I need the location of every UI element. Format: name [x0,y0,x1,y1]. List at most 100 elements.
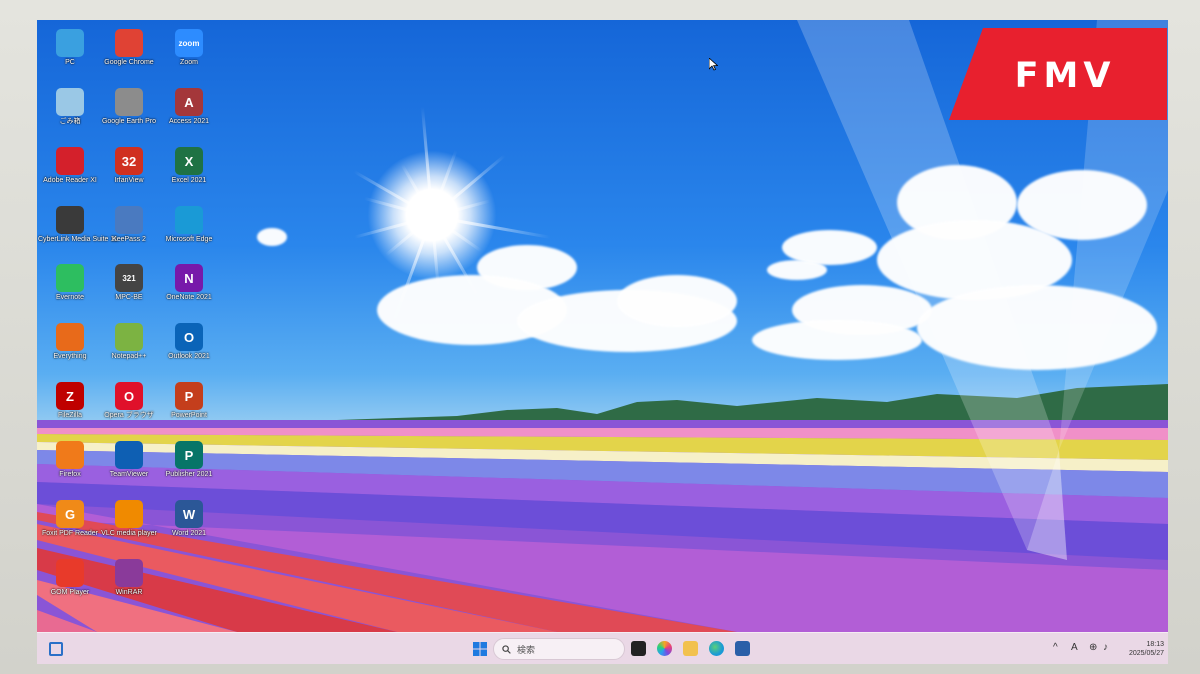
desktop-shortcut[interactable]: P Publisher 2021 [157,438,221,492]
desktop-shortcut[interactable]: X Excel 2021 [157,144,221,198]
excel-icon: X [175,147,203,175]
everything-icon [56,323,84,351]
desktop-shortcut-label: WinRAR [115,589,143,596]
taskbar: 検索 ^ A ⊕ ♪ 18:13 2025/05/27 [37,632,1168,664]
onenote-icon: N [175,264,203,292]
desktop-shortcut[interactable]: P PowerPoint [157,379,221,433]
widgets-icon[interactable] [49,642,63,656]
adobe-reader-icon [56,147,84,175]
desktop-shortcut[interactable]: VLC media player [97,497,161,551]
desktop-shortcut[interactable]: W Word 2021 [157,497,221,551]
evernote-icon [56,264,84,292]
desktop-shortcut-label: Everything [53,353,87,360]
notepadpp-icon [115,323,143,351]
desktop-shortcut-label: Firefox [59,471,81,478]
outlook-icon: O [175,323,203,351]
opera-icon: O [115,382,143,410]
publisher-icon: P [175,441,203,469]
desktop-shortcut[interactable]: Z FileZilla [38,379,102,433]
desktop-shortcut[interactable]: Everything [38,320,102,374]
desktop-shortcut-label: Evernote [55,294,85,301]
desktop-shortcut[interactable]: Notepad++ [97,320,161,374]
desktop-shortcut-label: FileZilla [57,412,83,419]
desktop-shortcut[interactable]: KeePass 2 [97,203,161,257]
volume-icon[interactable]: ♪ [1103,642,1108,653]
desktop-shortcut-label: GOM Player [50,589,90,596]
firefox-icon [56,441,84,469]
desktop-shortcut-label: CyberLink Media Suite 11 [38,236,118,243]
vlc-icon [115,500,143,528]
cyberlink-icon [56,206,84,234]
desktop-shortcut-label: Adobe Reader XI [43,177,97,184]
desktop-shortcut[interactable]: CyberLink Media Suite 11 [38,203,118,257]
desktop-shortcut[interactable]: WinRAR [97,556,161,610]
store-icon[interactable] [735,641,750,656]
desktop-shortcut-label: Outlook 2021 [168,353,210,360]
search-placeholder: 検索 [517,644,536,655]
desktop-shortcut[interactable]: zoom Zoom [157,26,221,80]
desktop-shortcut[interactable]: Evernote [38,261,102,315]
monitor-icon [56,29,84,57]
chevron-up-icon[interactable]: ^ [1053,642,1058,653]
desktop-shortcut[interactable]: 32 IrfanView [97,144,161,198]
desktop-shortcut-label: Opera ブラウザ [104,412,154,419]
edge-taskbar-icon[interactable] [709,641,724,656]
desktop-shortcut-label: KeePass 2 [112,236,146,243]
word-icon: W [175,500,203,528]
taskbar-search-box[interactable]: 検索 [493,638,625,660]
search-icon [502,644,511,654]
gom-player-icon [56,559,84,587]
filezilla-icon: Z [56,382,84,410]
desktop-shortcut-label: Publisher 2021 [165,471,213,478]
desktop-shortcut[interactable]: TeamViewer [97,438,161,492]
desktop-shortcut[interactable]: G Foxit PDF Reader [38,497,102,551]
desktop-shortcut[interactable]: 321 MPC-BE [97,261,161,315]
taskbar-clock[interactable]: 18:13 2025/05/27 [1120,640,1164,658]
desktop-shortcut[interactable]: Adobe Reader XI [38,144,102,198]
task-view-icon[interactable] [631,641,646,656]
desktop-shortcut[interactable]: O Opera ブラウザ [97,379,161,433]
start-button[interactable] [473,642,487,656]
desktop-shortcut-label: IrfanView [114,177,144,184]
desktop-shortcut[interactable]: Google Earth Pro [97,85,161,139]
desktop-shortcut-label: PC [65,59,75,66]
desktop-shortcut-label: Access 2021 [168,118,210,125]
zoom-icon: zoom [175,29,203,57]
desktop-shortcut[interactable]: A Access 2021 [157,85,221,139]
copilot-icon[interactable] [657,641,672,656]
desktop-shortcut-label: Word 2021 [171,530,207,537]
desktop-shortcut-label: ごみ箱 [59,118,81,125]
fmv-logo-text: FMV [1014,56,1116,96]
desktop-shortcut[interactable]: ごみ箱 [38,85,102,139]
desktop-shortcut[interactable]: O Outlook 2021 [157,320,221,374]
irfanview-icon: 32 [115,147,143,175]
desktop-shortcut[interactable]: N OneNote 2021 [157,261,221,315]
chrome-icon [115,29,143,57]
network-icon[interactable]: ⊕ [1089,642,1097,653]
desktop-shortcut-label: Google Chrome [104,59,154,66]
desktop-shortcut[interactable]: GOM Player [38,556,102,610]
clock-date: 2025/05/27 [1128,650,1164,657]
teamviewer-icon [115,441,143,469]
desktop-shortcut[interactable]: Microsoft Edge [157,203,221,257]
media-player-icon: 321 [115,264,143,292]
keepass-icon [115,206,143,234]
desktop-shortcut-label: MPC-BE [115,294,143,301]
desktop-shortcut-label: VLC media player [101,530,157,537]
desktop-shortcut-label: Excel 2021 [171,177,207,184]
powerpoint-icon: P [175,382,203,410]
edge-icon [175,206,203,234]
desktop-shortcut-label: Notepad++ [111,353,147,360]
clock-time: 18:13 [1146,641,1164,648]
google-earth-icon [115,88,143,116]
desktop-shortcut[interactable]: PC [38,26,102,80]
file-explorer-icon[interactable] [683,641,698,656]
desktop-shortcut-label: Foxit PDF Reader [41,530,99,537]
desktop-shortcut-label: OneNote 2021 [166,294,212,301]
input-indicator-icon[interactable]: A [1071,642,1078,653]
desktop-shortcut[interactable]: Firefox [38,438,102,492]
desktop-shortcut-label: PowerPoint [171,412,207,419]
winrar-icon [115,559,143,587]
foxit-icon: G [56,500,84,528]
desktop-shortcut[interactable]: Google Chrome [97,26,161,80]
